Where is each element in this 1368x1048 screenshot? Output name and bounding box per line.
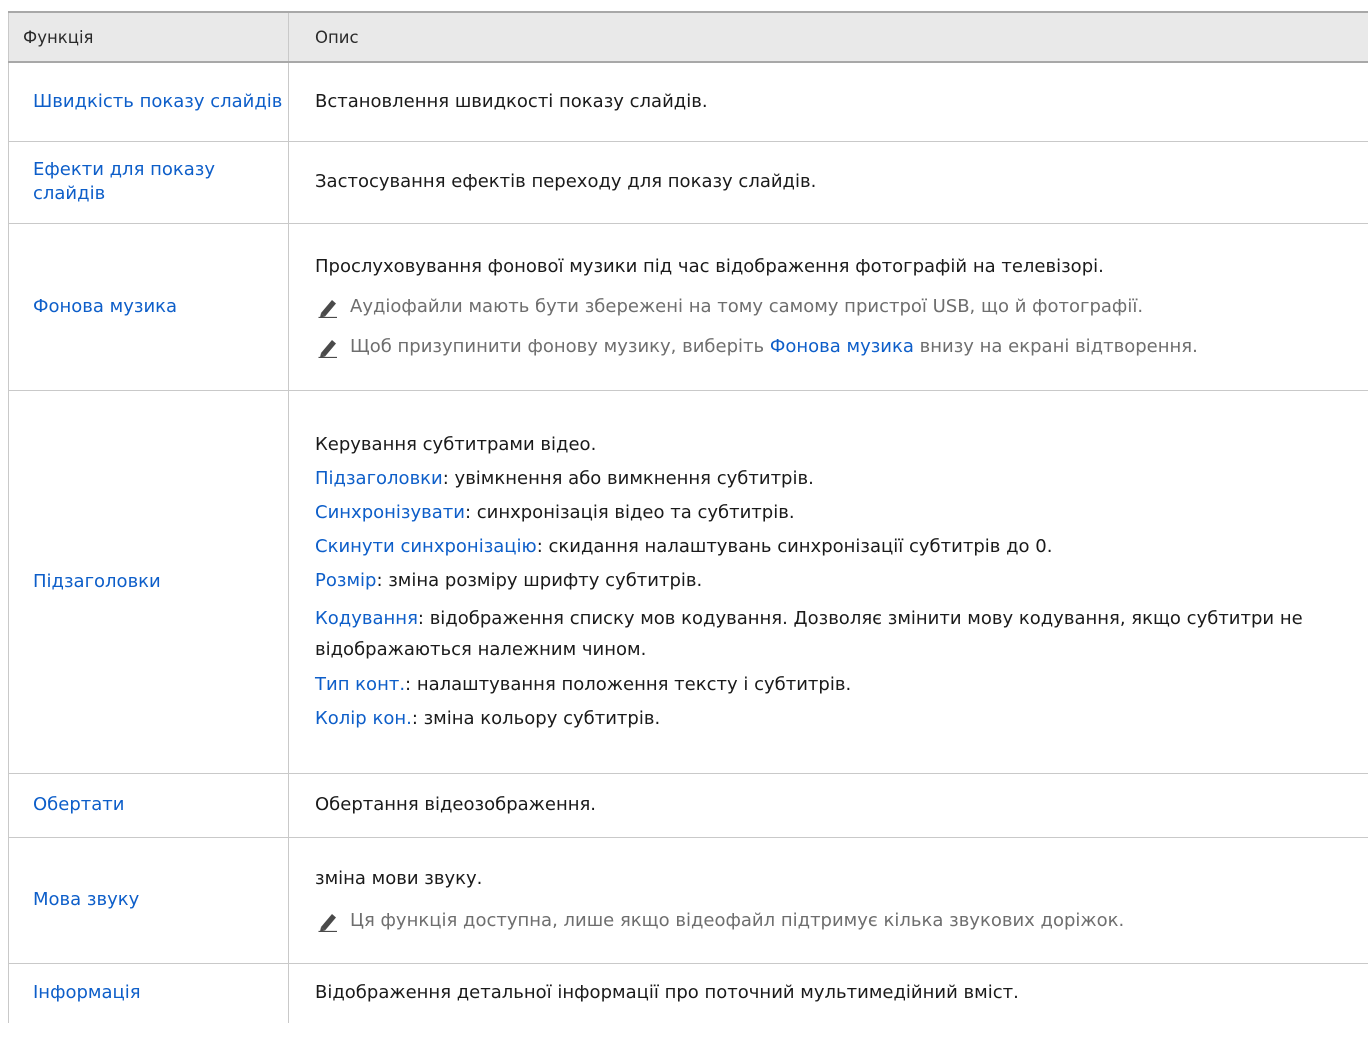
pencil-icon [318,299,337,318]
description-text: зміна мови звуку. [315,868,483,889]
option-text: : зміна кольору субтитрів. [411,707,661,729]
note: Аудіофайли мають бути збережені на тому … [315,295,1348,319]
feature-table-container: Функція Опис Швидкість показу слайдів Вс… [8,11,1368,1023]
function-description: Керування субтитрами відео. Підзаголовки… [288,389,1368,774]
note-text-part: внизу на екрані відтворення. [913,335,1198,357]
function-name: Мова звуку [8,836,289,964]
option-text: : увімкнення або вимкнення субтитрів. [442,467,814,489]
option-term: Синхронізувати [315,501,465,523]
description-text: Прослуховування фонової музики під час в… [315,255,1104,277]
description-text: Керування субтитрами відео. [315,433,597,455]
option-text: : налаштування положення тексту і субтит… [405,673,852,695]
note-text: Ця функція доступна, лише якщо відеофайл… [350,910,1125,931]
note: Щоб призупинити фонову музику, виберіть … [315,335,1348,359]
function-description: Обертання відеозображення. [288,772,1368,838]
function-name: Ефекти для показу слайдів [8,140,289,224]
header-description: Опис [288,11,1368,63]
option-text: : синхронізація відео та субтитрів. [464,501,795,523]
subtitle-option: Синхронізувати: синхронізація відео та с… [315,501,1348,525]
table-row: Підзаголовки Керування субтитрами відео.… [8,389,1368,774]
function-name: Фонова музика [8,222,289,391]
table-row: Ефекти для показу слайдів Застосування е… [8,140,1368,224]
function-name: Обертати [8,772,289,838]
subtitle-option: Підзаголовки: увімкнення або вимкнення с… [315,467,1348,491]
function-description: Прослуховування фонової музики під час в… [288,222,1368,391]
function-name: Підзаголовки [8,389,289,774]
option-text: : відображення списку мов кодування. Доз… [315,607,1303,660]
subtitle-option: Скинути синхронізацію: скидання налаштув… [315,535,1348,559]
background-music-link: Фонова музика [769,335,914,357]
subtitle-option: Тип конт.: налаштування положення тексту… [315,673,1348,697]
function-description: зміна мови звуку. Ця функція доступна, л… [288,836,1368,964]
feature-table: Функція Опис Швидкість показу слайдів Вс… [8,11,1368,1023]
pencil-icon [318,339,337,358]
option-term: Скинути синхронізацію [315,535,537,557]
note-text-part: Щоб призупинити фонову музику, виберіть [350,335,770,357]
option-term: Підзаголовки [315,467,443,489]
function-description: Застосування ефектів переходу для показу… [288,140,1368,224]
option-text: : скидання налаштувань синхронізації суб… [536,535,1053,557]
subtitle-option: Колір кон.: зміна кольору субтитрів. [315,707,1348,731]
subtitle-option: Кодування: відображення списку мов кодув… [315,603,1348,665]
table-row: Обертати Обертання відеозображення. [8,772,1368,838]
note-text: Щоб призупинити фонову музику, виберіть … [350,335,1198,359]
pencil-icon [318,914,337,932]
option-term: Розмір [315,569,377,591]
option-term: Тип конт. [315,673,406,695]
header-function: Функція [8,11,289,63]
table-row: Інформація Відображення детальної інформ… [8,962,1368,1023]
note-text: Аудіофайли мають бути збережені на тому … [350,295,1144,317]
table-row: Фонова музика Прослуховування фонової му… [8,222,1368,391]
option-term: Кодування [315,607,418,629]
table-row: Швидкість показу слайдів Встановлення шв… [8,61,1368,142]
note: Ця функція доступна, лише якщо відеофайл… [315,909,1348,933]
function-description: Відображення детальної інформації про по… [288,962,1368,1023]
function-name: Швидкість показу слайдів [8,61,289,142]
table-row: Мова звуку зміна мови звуку. Ця функція … [8,836,1368,964]
table-header-row: Функція Опис [8,11,1368,63]
function-name: Інформація [8,962,289,1023]
subtitle-option: Розмір: зміна розміру шрифту субтитрів. [315,569,1348,593]
option-text: : зміна розміру шрифту субтитрів. [376,569,703,591]
option-term: Колір кон. [315,707,412,729]
function-description: Встановлення швидкості показу слайдів. [288,61,1368,142]
